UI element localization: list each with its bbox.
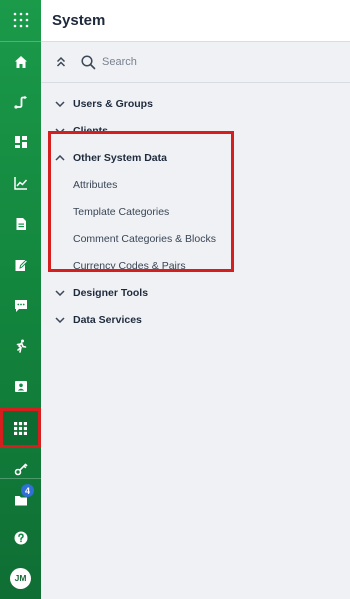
tree-node-clients[interactable]: Clients	[41, 117, 350, 144]
activity-nav-button[interactable]	[0, 326, 41, 366]
chevron-up-icon	[54, 152, 66, 164]
tree-node-data-services[interactable]: Data Services	[41, 306, 350, 333]
home-icon	[14, 56, 27, 68]
inbox-nav-button[interactable]: 4	[0, 480, 41, 520]
collapse-all-button[interactable]	[51, 52, 71, 72]
workflow-nav-button[interactable]	[0, 82, 41, 122]
search-icon	[81, 54, 96, 69]
tree-node-label: Designer Tools	[73, 286, 149, 299]
running-person-icon	[16, 339, 26, 353]
avatar: JM	[10, 567, 31, 589]
tree-item-attributes[interactable]: Attributes	[41, 171, 350, 198]
search-input[interactable]: Search	[81, 54, 137, 70]
double-chevron-up-icon	[56, 56, 66, 67]
contact-folder-icon	[14, 381, 27, 392]
documents-nav-button[interactable]	[0, 204, 41, 244]
rail-divider	[0, 478, 41, 479]
chevron-down-icon	[54, 98, 66, 110]
tree-node-designer-tools[interactable]: Designer Tools	[41, 279, 350, 306]
apps-grid-icon	[14, 421, 27, 435]
app-launcher-button[interactable]	[0, 0, 41, 40]
home-nav-button[interactable]	[0, 42, 41, 82]
nav-rail: 4 JM	[0, 0, 41, 599]
tree-node-other-system-data[interactable]: Other System Data	[41, 144, 350, 171]
page-title: System	[52, 12, 106, 29]
tree-node-users-groups[interactable]: Users & Groups	[41, 90, 350, 117]
help-icon	[14, 531, 27, 545]
tree-node-label: Users & Groups	[73, 97, 153, 110]
chevron-down-icon	[54, 314, 66, 326]
edit-nav-button[interactable]	[0, 245, 41, 285]
document-icon	[16, 218, 26, 230]
dashboard-nav-button[interactable]	[0, 122, 41, 162]
contacts-nav-button[interactable]	[0, 366, 41, 406]
notification-badge: 4	[21, 484, 34, 497]
chevron-down-icon	[54, 287, 66, 299]
key-icon	[14, 463, 28, 476]
messages-nav-button[interactable]	[0, 286, 41, 326]
tree-node-label: Clients	[73, 124, 109, 137]
tree-toolbar: Search	[41, 42, 350, 83]
grid-dots-icon	[13, 12, 28, 28]
tree-node-label: Other System Data	[73, 151, 167, 164]
system-tree: Users & Groups Clients Other System Data…	[41, 83, 350, 333]
tree-item-template-categories[interactable]: Template Categories	[41, 198, 350, 225]
system-apps-nav-button[interactable]	[0, 408, 41, 448]
main-panel: System Search Users & Groups Clients Oth…	[41, 0, 350, 599]
help-nav-button[interactable]	[0, 518, 41, 558]
analytics-nav-button[interactable]	[0, 163, 41, 203]
route-icon	[13, 95, 27, 109]
edit-document-icon	[15, 259, 28, 271]
tree-item-comment-categories-blocks[interactable]: Comment Categories & Blocks	[41, 225, 350, 252]
search-placeholder: Search	[102, 56, 137, 68]
panel-header: System	[41, 0, 350, 42]
chevron-down-icon	[54, 125, 66, 137]
chat-icon	[14, 300, 27, 312]
tree-node-label: Data Services	[73, 313, 142, 326]
dashboard-icon	[14, 136, 27, 148]
user-menu-button[interactable]: JM	[0, 558, 41, 598]
tree-item-currency-codes-pairs[interactable]: Currency Codes & Pairs	[41, 252, 350, 279]
line-chart-icon	[13, 177, 27, 190]
